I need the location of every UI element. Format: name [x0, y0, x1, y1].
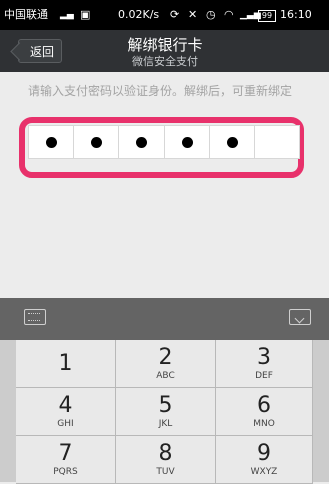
- key-5[interactable]: 5 JKL: [116, 388, 216, 436]
- pin-dot-filled: [165, 126, 210, 158]
- key-letters: TUV: [156, 467, 175, 477]
- key-3[interactable]: 3 DEF: [216, 340, 313, 388]
- key-digit: 6: [257, 393, 271, 418]
- keyboard-icon[interactable]: [24, 309, 46, 325]
- page-subtitle: 微信安全支付: [132, 55, 198, 68]
- pin-dot-filled: [210, 126, 255, 158]
- key-letters: WXYZ: [250, 467, 278, 477]
- page-title: 解绑银行卡: [127, 36, 203, 54]
- instruction-text: 请输入支付密码以验证身份。解绑后，可重新绑定: [28, 84, 293, 98]
- network-speed: 0.02K/s: [118, 8, 160, 21]
- key-letters: JKL: [158, 419, 173, 429]
- pin-dot-filled: [74, 126, 120, 158]
- key-digit: 3: [257, 345, 271, 370]
- clock: 16:10: [280, 8, 312, 21]
- key-letters: DEF: [255, 371, 273, 381]
- pin-dot-empty: [255, 126, 299, 158]
- key-1[interactable]: 1: [16, 340, 116, 388]
- key-letters: GHI: [57, 419, 74, 429]
- battery-icon: 99: [258, 10, 276, 22]
- key-digit: 4: [58, 393, 73, 418]
- signal-icon: ▂▄: [60, 10, 74, 20]
- key-digit: 2: [158, 345, 173, 370]
- pin-dot-filled: [119, 126, 165, 158]
- mute-icon: ✕: [188, 8, 198, 21]
- key-8[interactable]: 8 TUV: [116, 436, 216, 484]
- image-notification-icon: ▣: [80, 8, 91, 21]
- sync-icon: ⟳: [170, 8, 180, 21]
- keyboard-toolbar: [0, 298, 329, 340]
- carrier-label: 中国联通: [4, 8, 48, 21]
- status-bar: 中国联通 ▂▄ ▣ 0.02K/s ⟳ ✕ ◷ ◠ ▁▃▅ 99 16:10: [0, 0, 329, 30]
- top-nav: 返回 解绑银行卡 微信安全支付: [0, 30, 329, 72]
- wifi-icon: ◠: [224, 8, 234, 21]
- key-letters: MNO: [253, 419, 275, 429]
- pin-dot-filled: [29, 126, 75, 158]
- key-digit: 1: [58, 351, 73, 376]
- key-letters: ABC: [156, 371, 175, 381]
- key-letters: PQRS: [53, 467, 78, 477]
- key-digit: 7: [58, 441, 73, 466]
- key-digit: 8: [158, 441, 173, 466]
- key-7[interactable]: 7 PQRS: [16, 436, 116, 484]
- key-2[interactable]: 2 ABC: [116, 340, 216, 388]
- alarm-icon: ◷: [206, 8, 216, 21]
- hide-keyboard-icon[interactable]: [289, 309, 311, 325]
- key-9[interactable]: 9 WXYZ: [216, 436, 313, 484]
- back-button[interactable]: 返回: [18, 39, 62, 63]
- password-input[interactable]: [28, 125, 300, 159]
- key-4[interactable]: 4 GHI: [16, 388, 116, 436]
- key-digit: 9: [257, 441, 271, 466]
- numeric-keypad: 1 2 ABC 3 DEF 4 GHI 5 JKL 6 MNO 7 PQRS 8 TUV 9W…: [0, 340, 329, 484]
- key-6[interactable]: 6 MNO: [216, 388, 313, 436]
- key-digit: 5: [158, 393, 173, 418]
